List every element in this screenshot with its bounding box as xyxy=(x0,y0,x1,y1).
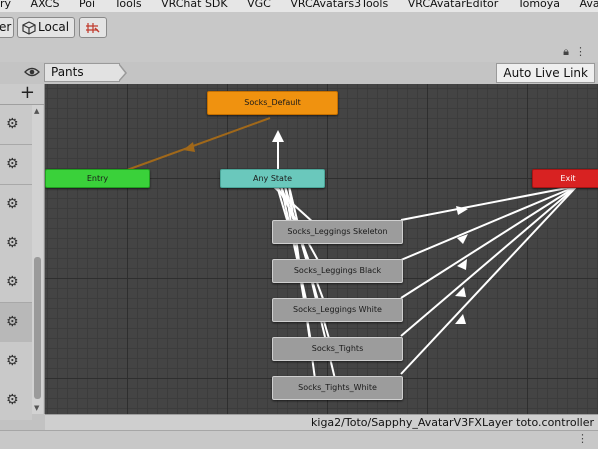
pivot-button[interactable]: er xyxy=(0,17,14,38)
menu-bar: ry AXCS Poi Tools VRChat SDK VGC VRCAvat… xyxy=(0,0,598,12)
local-button[interactable]: Local xyxy=(17,17,75,38)
state-socks-leggings-white[interactable]: Socks_Leggings White xyxy=(272,298,403,322)
menu-item-ry[interactable]: ry xyxy=(0,0,11,9)
gear-icon[interactable]: ⚙ xyxy=(6,393,19,407)
menu-item-poi[interactable]: Poi xyxy=(79,0,95,9)
layer-row[interactable]: ⚙ xyxy=(0,105,32,145)
state-socks-tights[interactable]: Socks_Tights xyxy=(272,337,403,361)
auto-live-link-button[interactable]: Auto Live Link xyxy=(496,63,595,83)
toolbar: er Local xyxy=(0,12,598,45)
menu-item-vrcavatars3tools[interactable]: VRCAvatars3Tools xyxy=(290,0,388,9)
transition-lines xyxy=(104,117,578,380)
layer-row[interactable]: ⚙ xyxy=(0,381,32,420)
menu-item-vrchat-sdk[interactable]: VRChat SDK xyxy=(161,0,228,9)
layer-list: ⚙ ⚙ ⚙ ⚙ ⚙ ⚙ ⚙ ⚙ xyxy=(0,105,32,420)
controller-path: kiga2/Toto/Sapphy_AvatarV3FXLayer toto.c… xyxy=(45,414,598,430)
entry-node[interactable]: Entry xyxy=(45,169,150,188)
any-state-node[interactable]: Any State xyxy=(220,169,325,188)
gear-icon[interactable]: ⚙ xyxy=(6,157,19,171)
scroll-up-icon[interactable]: ▲ xyxy=(34,107,39,115)
plus-icon[interactable]: + xyxy=(20,83,35,103)
layers-sidebar: + ⚙ ⚙ ⚙ ⚙ ⚙ ⚙ ⚙ ⚙ ▲ ▼ xyxy=(0,83,45,420)
add-layer-row: + xyxy=(0,83,44,105)
tab-strip: 🔒︎⋮ xyxy=(0,44,598,62)
transition-arrow xyxy=(272,130,284,142)
menu-icon[interactable]: ⋮ xyxy=(575,45,592,58)
gear-icon[interactable]: ⚙ xyxy=(6,236,19,250)
grid-snap-icon xyxy=(86,23,100,33)
menu-item-tomoya[interactable]: Tomoya xyxy=(518,0,560,9)
menu-icon[interactable]: ⋮ xyxy=(577,432,588,445)
breadcrumb[interactable]: Pants Layer xyxy=(44,63,120,96)
tab-icons: 🔒︎⋮ xyxy=(563,45,592,59)
layer-row[interactable]: ⚙ xyxy=(0,224,32,264)
breadcrumb-arrow-fill xyxy=(118,64,125,81)
gear-icon[interactable]: ⚙ xyxy=(6,315,19,329)
layer-row[interactable]: ⚙ xyxy=(0,185,32,225)
animator-graph[interactable]: Socks_Default Entry Any State Exit Socks… xyxy=(45,84,598,414)
menu-item-tools[interactable]: Tools xyxy=(115,0,142,9)
layer-header: Pants Layer Auto Live Link xyxy=(0,62,598,96)
grid-snap-button[interactable] xyxy=(79,17,107,38)
lock-icon[interactable]: 🔒︎ xyxy=(563,45,575,58)
gear-icon[interactable]: ⚙ xyxy=(6,354,19,368)
layer-row[interactable]: ⚙ xyxy=(0,263,32,303)
scroll-thumb[interactable] xyxy=(34,257,41,399)
layer-row-selected[interactable]: ⚙ xyxy=(0,303,32,343)
layer-row[interactable]: ⚙ xyxy=(0,145,32,185)
menu-item-vgc[interactable]: VGC xyxy=(247,0,271,9)
menu-item-vrcavatareditor[interactable]: VRCAvatarEditor xyxy=(408,0,499,9)
state-socks-leggings-black[interactable]: Socks_Leggings Black xyxy=(272,259,403,283)
state-socks-default[interactable]: Socks_Default xyxy=(207,91,338,115)
bottom-bar: ⋮ xyxy=(0,430,598,449)
eye-icon[interactable] xyxy=(24,66,40,78)
exit-transition-arrows xyxy=(455,206,468,324)
scroll-down-icon[interactable]: ▼ xyxy=(34,404,39,412)
gear-icon[interactable]: ⚙ xyxy=(6,117,19,131)
menu-item-axcs[interactable]: AXCS xyxy=(31,0,60,9)
local-label: Local xyxy=(38,20,70,34)
exit-transitions[interactable] xyxy=(400,185,578,375)
gear-icon[interactable]: ⚙ xyxy=(6,197,19,211)
menu-item-avatartools[interactable]: AvatarTools xyxy=(580,0,598,9)
exit-node[interactable]: Exit xyxy=(532,169,598,188)
gear-icon[interactable]: ⚙ xyxy=(6,275,19,289)
layer-row[interactable]: ⚙ xyxy=(0,342,32,382)
layers-scrollbar[interactable]: ▲ ▼ xyxy=(32,105,43,414)
state-socks-leggings-skeleton[interactable]: Socks_Leggings Skeleton xyxy=(272,220,403,244)
cube-icon xyxy=(22,21,36,35)
entry-transition-arrow xyxy=(183,142,195,152)
state-socks-tights-white[interactable]: Socks_Tights_White xyxy=(272,376,403,400)
